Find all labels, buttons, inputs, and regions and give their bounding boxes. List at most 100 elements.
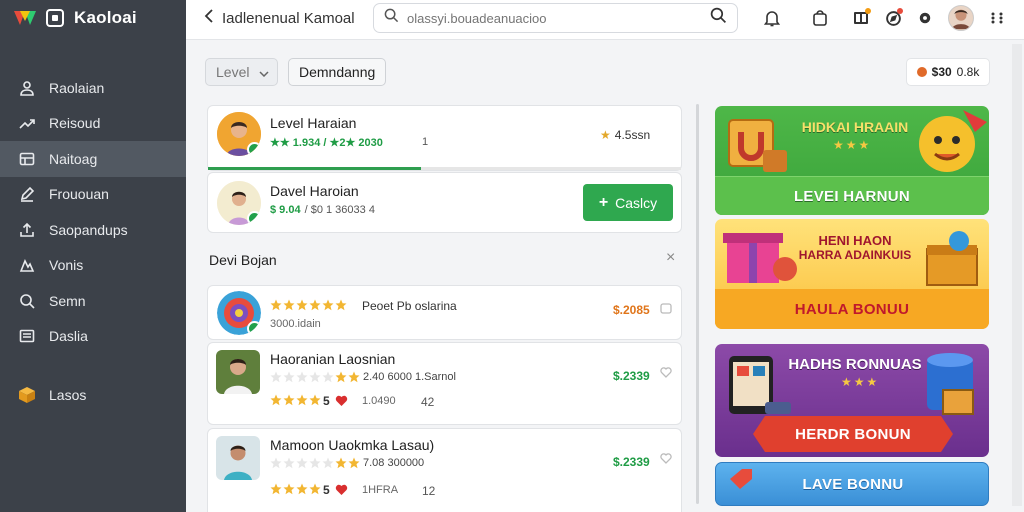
banner-heading: HIDKAI HRAAIN [801,119,909,135]
banner-heading: HADHS RONNUAS [788,356,922,373]
card-extra: 1 [422,136,429,148]
filter-row: Level Demndanng [205,58,387,86]
chevron-down-icon [259,64,269,80]
search-input[interactable] [407,10,702,26]
card-title: Davel Haroian [270,183,359,199]
banner-button[interactable]: HAULA BONUU [715,289,989,329]
item-meta: 2.40 6000 1.Sarnol [363,371,456,383]
add-button[interactable]: + Caslcy [583,184,673,221]
banner-button[interactable]: LEVEI HARNUN [715,176,989,215]
verified-icon [247,142,261,156]
grid-icon [18,150,36,168]
item-meta: 7.08 300000 [363,457,425,469]
mascot-icon [919,110,987,172]
sidebar-item-reisoud[interactable]: Reisoud [0,106,186,142]
search-submit-icon[interactable] [710,7,727,29]
level-card-2[interactable]: Davel Haroian $ 9.04 / $0 1 36033 4 + Ca… [207,172,682,233]
bag-icon[interactable] [804,6,836,30]
rating-stars-small [270,483,321,495]
list-icon [18,327,36,345]
verified-icon [247,211,261,225]
sidebar-item-lasos[interactable]: Lasos [0,377,186,413]
back-link[interactable]: Iadlenenual Kamoal [204,9,355,27]
balance-value: $30 [931,65,952,79]
verified-icon [247,321,261,335]
sidebar-item-saopandups[interactable]: Saopandups [0,212,186,248]
chart-icon [18,256,36,274]
item-icon [217,291,261,335]
balance-badge[interactable]: $30 0.8k [906,58,990,86]
card-subtitle: ★★ 1.934 / ★2★ 2030 [270,136,383,149]
sidebar-item-label: Daslia [49,328,88,345]
item-meta: 3000.idain [270,318,321,330]
progress-fill [208,167,421,170]
item-meta-b: 42 [421,395,435,409]
level-card[interactable]: Level Haraian ★★ 1.934 / ★2★ 2030 1 ★ 4.… [207,105,682,171]
sidebar-item-label: Lasos [49,386,87,403]
banner-subheading: HARRA ADAINKUIS [798,248,912,262]
sidebar-item-raolaian[interactable]: Raolaian [0,70,186,106]
promo-banner-1[interactable]: HIDKAI HRAAIN ★★★ LEVEI HARNUN [715,106,989,215]
logo-icon [14,9,36,27]
treasure-icon [926,231,978,286]
rating-stars [270,299,347,311]
settings-icon[interactable] [909,6,941,30]
upload-icon [18,221,36,239]
star-icon: ★ [600,128,611,142]
book-icon[interactable] [845,6,877,30]
sidebar-item-naitoag[interactable]: Naitoag [0,141,186,177]
banner-button[interactable]: HERDR BONUN [753,416,953,452]
more-grid-icon[interactable] [981,6,1013,30]
avatar[interactable] [941,5,981,31]
sidebar-item-vonis[interactable]: Vonis [0,248,186,284]
shield-u-icon [728,119,787,172]
filter-chip[interactable]: Demndanng [288,58,387,86]
stars-icon: ★★★ [841,375,880,389]
search-bar [373,3,738,33]
sidebar-item-daslia[interactable]: Daslia [0,319,186,355]
item-price: $.2339 [613,369,650,383]
level-select[interactable]: Level [205,58,278,86]
list-item[interactable]: Mamoon Uaokmka Lasau) 7.08 300000 5 1HFR… [207,428,682,512]
list-item[interactable]: Peoet Pb oslarina 3000.idain $.2085 [207,285,682,340]
search-icon [18,292,36,310]
heart-icon[interactable] [660,453,672,467]
sidebar-item-semn[interactable]: Semn [0,283,186,319]
item-thumbnail [216,350,260,394]
promo-banner-2[interactable]: HENI HAON HARRA ADAINKUIS HAULA BONUU [715,219,989,329]
sidebar-nav: Raolaian Reisoud Naitoag Frououan Saopan… [0,70,186,403]
card-sub-text: ★★ 1.934 / ★2★ 2030 [270,137,383,149]
sidebar-item-frououan[interactable]: Frououan [0,177,186,213]
sidebar-item-label: Raolaian [49,79,105,96]
sidebar-item-label: Saopandups [49,221,128,238]
sidebar-item-label: Reisoud [49,115,101,132]
card-sub-text: / $0 1 36033 4 [304,204,375,216]
heart-red-icon [335,394,348,412]
progress-bar [208,167,681,170]
promo-banner-4[interactable]: LAVE BONNU [715,462,989,506]
balance-label: 0.8k [956,65,980,79]
section-title: Devi Bojan [209,252,277,268]
banner-button[interactable]: LAVE BONNU [716,463,988,505]
back-label: Iadlenenual Kamoal [222,9,355,27]
item-meta-a: 1.0490 [362,395,396,407]
scrollbar[interactable] [696,104,699,504]
gift-icon [723,233,797,283]
compass-icon[interactable] [877,6,909,30]
bell-icon[interactable] [756,6,788,30]
item-thumbnail [216,436,260,480]
brand: Kaoloai [0,0,186,36]
sidebar-item-label: Frououan [49,186,109,203]
item-title: Haoranian Laosnian [270,351,396,367]
card-right-text: ★ 4.5ssn [600,128,650,142]
promo-banner-3[interactable]: HADHS RONNUAS ★★★ HERDR BONUN [715,344,989,457]
page-scrollbar[interactable] [1012,44,1022,506]
close-icon[interactable]: × [666,249,675,267]
item-title: Mamoon Uaokmka Lasau) [270,437,435,453]
app-icon[interactable] [46,9,64,27]
avatar [217,112,261,156]
list-item[interactable]: Haoranian Laosnian 2.40 6000 1.Sarnol 5 … [207,342,682,425]
heart-icon[interactable] [660,303,672,317]
heart-icon[interactable] [660,367,672,381]
item-price: $.2339 [613,455,650,469]
